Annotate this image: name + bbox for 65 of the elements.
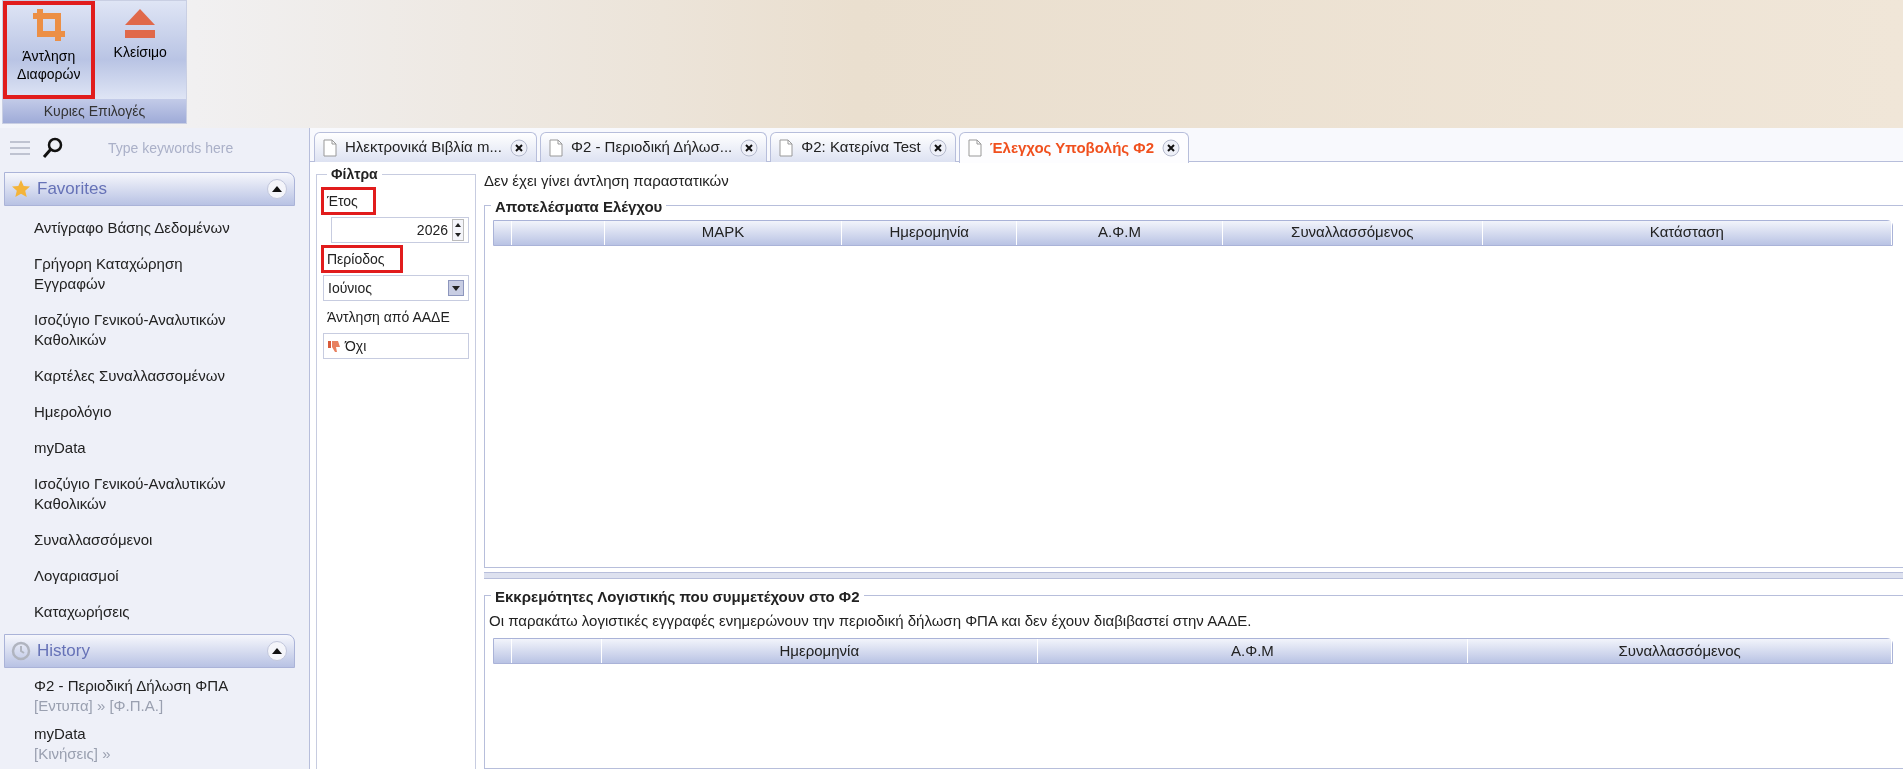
column-header[interactable]: Συναλλασσόμενος — [1468, 639, 1892, 664]
column-header[interactable]: Ημερομηνία — [602, 639, 1038, 664]
group-note: Οι παρακάτω λογιστικές εγγραφές ενημερώνουν την περιοδική δήλωση ΦΠΑ και δεν έχουν διαβιβαστεί στην ΑΑΔΕ. — [489, 610, 1253, 631]
clock-icon — [11, 641, 31, 661]
column-header[interactable]: Κατάσταση — [1482, 220, 1892, 245]
sidebar-item[interactable]: Ισοζύγιο Γενικού-Αναλυτικών Καθολικών — [0, 302, 309, 358]
star-icon — [11, 179, 31, 199]
history-item-title: myData — [34, 724, 87, 744]
field-label: Έτος — [323, 189, 374, 213]
tab-label: Έλεγχος Υποβολής Φ2 — [989, 137, 1154, 158]
close-icon[interactable] — [928, 138, 947, 157]
eject-icon — [123, 7, 158, 39]
splitter-handle[interactable] — [484, 571, 1903, 579]
tab-label: Φ2: Κατερίνα Test — [801, 137, 921, 158]
history-item-path: [Εντυπα] » [Φ.Π.Α.] — [34, 696, 165, 716]
close-icon[interactable] — [740, 138, 759, 157]
thumbs-down-icon — [328, 339, 341, 353]
history-item[interactable]: myData [Κινήσεις] » — [0, 720, 309, 768]
tab[interactable]: Έλεγχος Υποβολής Φ2 — [958, 132, 1189, 163]
document-icon — [323, 138, 337, 157]
toggle-field[interactable]: Όχι — [323, 333, 469, 359]
field-label: Περίοδος — [323, 247, 401, 271]
column-header[interactable]: Α.Φ.Μ — [1037, 639, 1469, 664]
section-title: History — [37, 640, 91, 663]
tab[interactable]: Φ2 - Περιοδική Δήλωσ... — [539, 132, 768, 162]
column-header[interactable]: Συναλλασσόμενος — [1222, 220, 1483, 245]
collapse-icon[interactable] — [266, 640, 288, 662]
year-spinner[interactable]: 2026 — [331, 217, 469, 243]
ribbon-button[interactable]: Άντληση Διαφορών — [3, 1, 95, 99]
tab[interactable]: Ηλεκτρονικά Βιβλία m... — [314, 132, 537, 162]
column-header[interactable]: Α.Φ.Μ — [1017, 220, 1223, 245]
period-dropdown[interactable]: Ιούνιος — [323, 275, 469, 301]
field-label: Άντληση από ΑΑΔΕ — [326, 308, 451, 327]
sidebar-item[interactable]: Καρτέλες Συναλλασσομένων — [0, 358, 309, 394]
sidebar-item[interactable]: Συναλλασσόμενοι — [0, 522, 309, 558]
collapse-icon[interactable] — [266, 178, 288, 200]
sidebar-item[interactable]: myData — [0, 430, 309, 466]
tab-label: Φ2 - Περιοδική Δήλωσ... — [570, 137, 733, 158]
sidebar-item[interactable]: Καταχωρήσεις — [0, 594, 309, 630]
sidebar-item[interactable]: Λογαριασμοί — [0, 558, 309, 594]
close-icon[interactable] — [1162, 139, 1180, 157]
sidebar-item[interactable]: Ημερολόγιο — [0, 394, 309, 430]
column-header[interactable]: ΜΑΡΚ — [605, 220, 843, 245]
section-title: Favorites — [37, 178, 108, 201]
document-icon — [548, 138, 563, 157]
document-icon — [779, 138, 794, 157]
ribbon-button[interactable]: Κλείσιμο — [94, 1, 186, 99]
tab-label: Ηλεκτρονικά Βιβλία m... — [345, 137, 502, 158]
history-item[interactable]: Φ2 - Περιοδική Δήλωση ΦΠΑ [Εντυπα] » [Φ.Π.Α.] — [0, 672, 309, 720]
sidebar-item[interactable]: Ισοζύγιο Γενικού-Αναλυτικών Καθολικών — [0, 466, 309, 522]
sidebar-item[interactable]: Αντίγραφο Βάσης Δεδομένων — [0, 210, 309, 246]
column-header[interactable]: Ημερομηνία — [842, 220, 1018, 245]
crop-icon — [30, 7, 67, 43]
search-field[interactable]: Type keywords here — [106, 136, 296, 160]
search-icon[interactable] — [42, 137, 64, 159]
close-icon[interactable] — [509, 138, 528, 157]
status-message: Δεν έχει γίνει άντληση παραστατικών — [484, 171, 729, 191]
sidebar-item[interactable]: Γρήγορη Καταχώρηση Εγγραφών — [0, 246, 309, 302]
document-icon — [967, 139, 982, 157]
filter-title: Φίλτρα — [327, 165, 382, 183]
history-item-title: Φ2 - Περιοδική Δήλωση ΦΠΑ — [34, 676, 230, 696]
tab[interactable]: Φ2: Κατερίνα Test — [770, 132, 956, 162]
ribbon-group-label: Κυριες Επιλογές — [3, 99, 186, 123]
spin-arrows-icon[interactable] — [452, 219, 464, 241]
history-item-path: [Κινήσεις] » — [34, 744, 112, 764]
